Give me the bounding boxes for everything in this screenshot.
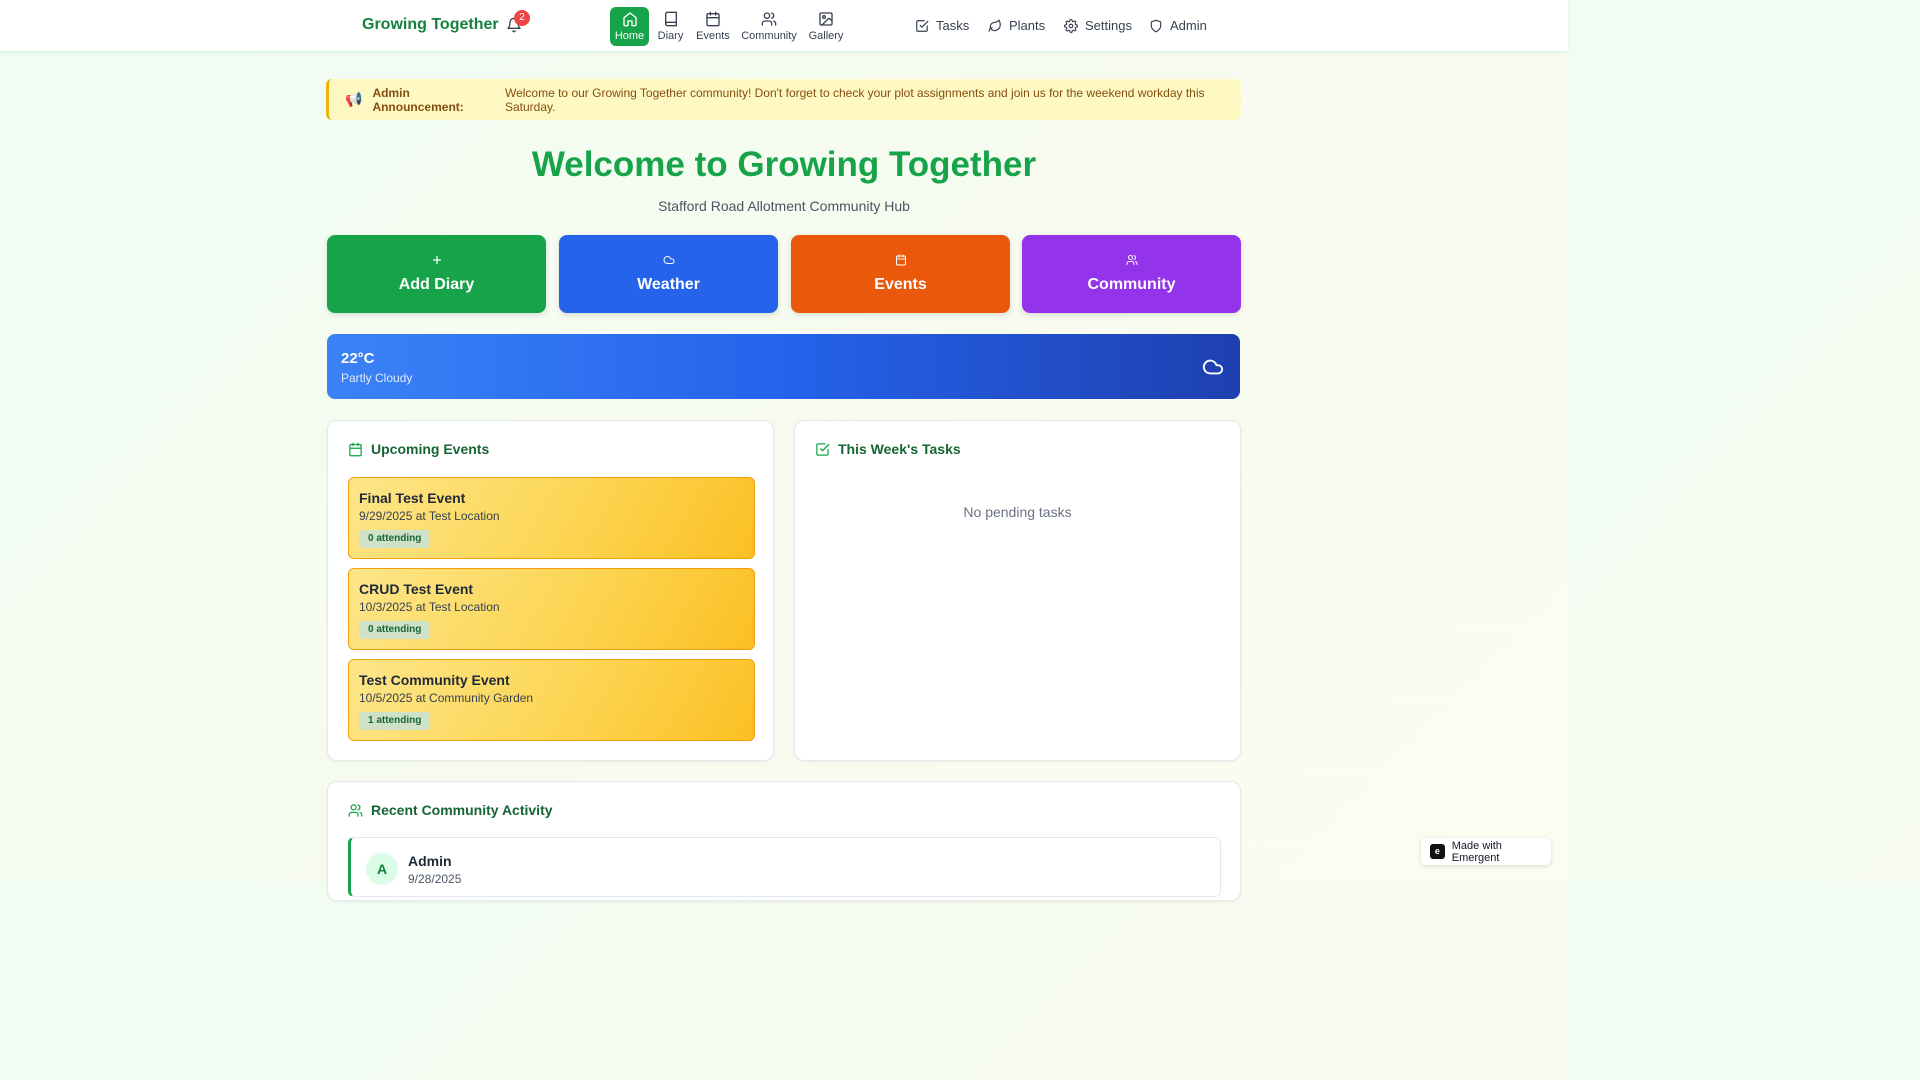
announcement-prefix: Admin Announcement: xyxy=(372,85,464,114)
tab-label: Events xyxy=(696,30,730,42)
events-button[interactable]: Events xyxy=(791,235,1010,313)
quick-action-label: Add Diary xyxy=(398,276,475,293)
activity-author: Admin xyxy=(408,853,452,869)
nav-link-settings[interactable]: Settings xyxy=(1064,18,1132,33)
image-icon xyxy=(819,12,833,26)
upcoming-events-card: Upcoming Events Final Test Event 9/29/20… xyxy=(327,420,774,761)
nav-link-admin[interactable]: Admin xyxy=(1149,18,1207,33)
weather-button[interactable]: Weather xyxy=(559,235,778,313)
nav-link-plants[interactable]: Plants xyxy=(988,18,1045,33)
event-meta: 9/29/2025 at Test Location xyxy=(359,509,500,523)
calendar-icon xyxy=(349,442,362,456)
gear-icon xyxy=(1064,18,1078,33)
admin-announcement: 📢 Admin Announcement: Welcome to our Gro… xyxy=(326,79,1241,120)
add-diary-button[interactable]: Add Diary xyxy=(327,235,546,313)
tab-home[interactable]: Home xyxy=(610,7,649,46)
event-meta: 10/3/2025 at Test Location xyxy=(359,600,500,614)
event-title: CRUD Test Event xyxy=(359,581,474,597)
nav-link-label: Settings xyxy=(1085,18,1132,33)
attending-badge: 0 attending xyxy=(359,621,431,639)
tab-diary[interactable]: Diary xyxy=(654,7,687,46)
event-meta: 10/5/2025 at Community Garden xyxy=(359,691,534,705)
nav-link-label: Tasks xyxy=(936,18,970,33)
event-title: Test Community Event xyxy=(359,672,510,688)
leaf-icon xyxy=(988,19,1001,32)
attending-badge: 1 attending xyxy=(359,712,431,730)
quick-action-label: Weather xyxy=(637,276,700,293)
tab-label: Diary xyxy=(657,30,684,42)
activity-date: 9/28/2025 xyxy=(408,872,462,886)
notification-badge: 2 xyxy=(514,10,530,26)
card-title: This Week's Tasks xyxy=(838,441,961,457)
users-icon xyxy=(348,803,363,817)
card-header: This Week's Tasks xyxy=(815,441,961,457)
check-square-icon xyxy=(816,442,830,456)
recent-activity-card: Recent Community Activity A Admin 9/28/2… xyxy=(327,781,1241,901)
nav-link-label: Plants xyxy=(1009,18,1046,33)
quick-action-label: Community xyxy=(1087,276,1176,293)
shield-icon xyxy=(1150,19,1162,32)
calendar-icon xyxy=(706,11,720,27)
tab-community[interactable]: Community xyxy=(741,7,797,46)
nav-link-tasks[interactable]: Tasks xyxy=(915,18,969,33)
event-item[interactable]: Final Test Event 9/29/2025 at Test Locat… xyxy=(348,477,755,559)
badge-label: Made with Emergent xyxy=(1451,839,1502,864)
page-title: Welcome to Growing Together xyxy=(531,145,1037,184)
activity-item[interactable]: A Admin 9/28/2025 xyxy=(348,837,1221,897)
card-header: Upcoming Events xyxy=(348,441,489,457)
cloud-icon xyxy=(1202,359,1224,375)
weather-banner: 22°C Partly Cloudy xyxy=(327,334,1240,399)
users-icon xyxy=(761,12,777,26)
event-item[interactable]: CRUD Test Event 10/3/2025 at Test Locati… xyxy=(348,568,755,650)
book-icon xyxy=(664,11,677,27)
tab-label: Home xyxy=(614,30,645,42)
top-navbar: Growing Together 2 Home Diary Events Com… xyxy=(0,0,1568,52)
tab-label: Gallery xyxy=(808,30,844,42)
quick-action-label: Events xyxy=(874,276,927,293)
card-title: Recent Community Activity xyxy=(371,802,553,818)
weekly-tasks-card: This Week's Tasks No pending tasks xyxy=(794,420,1241,761)
announcement-text: Welcome to our Growing Together communit… xyxy=(504,85,1205,114)
plus-icon xyxy=(432,255,441,265)
card-header: Recent Community Activity xyxy=(348,802,553,818)
community-button[interactable]: Community xyxy=(1022,235,1241,313)
nav-link-label: Admin xyxy=(1170,18,1207,33)
event-title: Final Test Event xyxy=(359,490,466,506)
weather-temperature: 22°C xyxy=(341,350,375,367)
megaphone-icon: 📢 xyxy=(345,91,363,107)
emergent-logo-icon: e xyxy=(1430,844,1445,859)
page-subtitle: Stafford Road Allotment Community Hub xyxy=(658,198,910,214)
attending-badge: 0 attending xyxy=(359,530,431,548)
calendar-icon xyxy=(895,254,906,266)
tab-events[interactable]: Events xyxy=(694,7,732,46)
event-item[interactable]: Test Community Event 10/5/2025 at Commun… xyxy=(348,659,755,741)
home-icon xyxy=(622,12,637,27)
brand-title[interactable]: Growing Together xyxy=(362,16,499,34)
empty-tasks-message: No pending tasks xyxy=(963,504,1072,520)
avatar: A xyxy=(366,853,398,885)
check-square-icon xyxy=(916,19,929,32)
cloud-icon xyxy=(663,256,674,264)
made-with-emergent-badge[interactable]: e Made with Emergent xyxy=(1421,838,1551,865)
tab-gallery[interactable]: Gallery xyxy=(806,7,846,46)
weather-condition: Partly Cloudy xyxy=(341,371,413,385)
tab-label: Community xyxy=(741,30,797,42)
users-icon xyxy=(1126,255,1137,265)
card-title: Upcoming Events xyxy=(371,441,490,457)
